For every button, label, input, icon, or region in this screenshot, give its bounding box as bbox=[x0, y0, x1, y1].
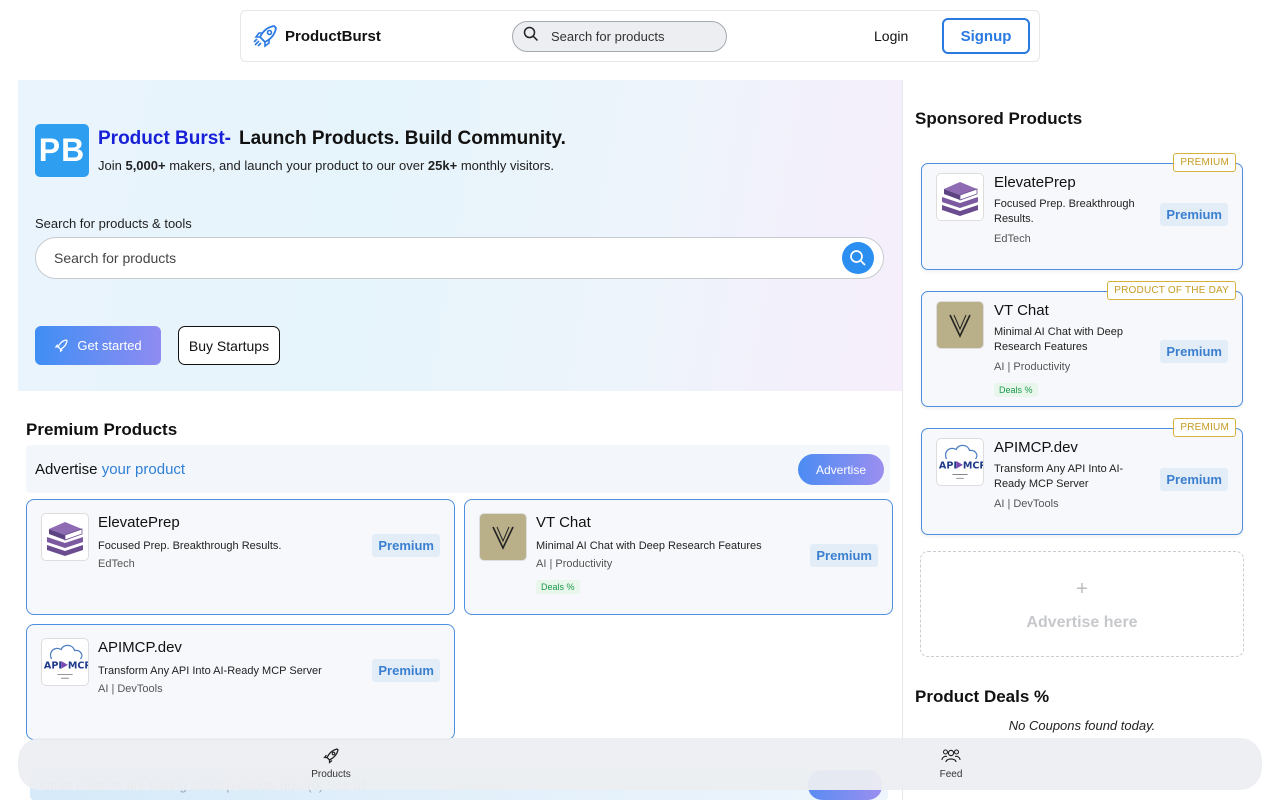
svg-text:MCP: MCP bbox=[68, 661, 88, 672]
sponsored-card-apimcp[interactable]: PREMIUM API MCP APIMCP.dev Transform Any… bbox=[921, 418, 1243, 535]
books-icon bbox=[936, 173, 984, 221]
hero-search-button[interactable] bbox=[842, 242, 874, 274]
product-of-the-day-flag: PRODUCT OF THE DAY bbox=[1107, 281, 1236, 300]
makers-count: 5,000+ bbox=[125, 158, 166, 173]
product-name[interactable]: ElevatePrep bbox=[98, 514, 180, 531]
get-started-label: Get started bbox=[77, 338, 142, 353]
hero-title-rest: Launch Products. Build Community. bbox=[239, 128, 566, 149]
brand[interactable]: ProductBurst bbox=[251, 21, 381, 51]
apimcp-logo-icon: API MCP bbox=[41, 638, 89, 686]
product-description: Focused Prep. Breakthrough Results. bbox=[98, 540, 282, 552]
search-icon bbox=[850, 250, 866, 266]
tab-label: Products bbox=[311, 769, 351, 780]
advertise-bar: Advertise your product Advertise bbox=[26, 445, 890, 493]
product-category: AI | Productivity bbox=[994, 361, 1071, 373]
hero-search-placeholder: Search for products bbox=[54, 250, 177, 266]
hero-subtitle-part: makers, and launch your product to our o… bbox=[165, 158, 428, 173]
svg-text:API: API bbox=[44, 661, 62, 672]
product-description: Minimal AI Chat with Deep Research Featu… bbox=[536, 540, 762, 552]
hero-search-input[interactable]: Search for products bbox=[35, 237, 884, 279]
users-icon bbox=[911, 747, 991, 767]
product-description: Focused Prep. Breakthrough Results. bbox=[994, 198, 1135, 225]
advertise-button[interactable]: Advertise bbox=[798, 454, 884, 485]
premium-badge: Premium bbox=[810, 544, 878, 567]
get-started-button[interactable]: Get started bbox=[35, 326, 161, 365]
plus-icon: + bbox=[1076, 578, 1088, 600]
product-name[interactable]: VT Chat bbox=[536, 514, 591, 531]
product-name[interactable]: ElevatePrep bbox=[994, 174, 1076, 191]
premium-products-title: Premium Products bbox=[26, 420, 178, 439]
login-link[interactable]: Login bbox=[874, 28, 908, 44]
hero-title: Product Burst- Launch Products. Build Com… bbox=[98, 128, 566, 150]
product-category: AI | DevTools bbox=[98, 683, 163, 695]
nav-search-input[interactable]: Search for products bbox=[512, 21, 727, 52]
rocket-icon bbox=[291, 747, 371, 767]
deals-badge: Deals % bbox=[536, 580, 580, 594]
svg-text:API: API bbox=[939, 461, 957, 472]
no-coupons-message: No Coupons found today. bbox=[1008, 718, 1156, 733]
premium-badge: Premium bbox=[1160, 203, 1228, 226]
buy-startups-button[interactable]: Buy Startups bbox=[178, 326, 280, 365]
advertise-accent[interactable]: your product bbox=[102, 461, 185, 478]
product-description: Transform Any API Into AI-Ready MCP Serv… bbox=[98, 665, 322, 677]
hero-subtitle: Join 5,000+ makers, and launch your prod… bbox=[98, 158, 554, 173]
advertise-prefix: Advertise bbox=[35, 461, 98, 478]
premium-flag: PREMIUM bbox=[1173, 153, 1236, 172]
rocket-logo-icon bbox=[251, 21, 281, 51]
books-icon bbox=[41, 513, 89, 561]
premium-badge: Premium bbox=[1160, 340, 1228, 363]
apimcp-logo-icon: API MCP bbox=[936, 438, 984, 486]
product-category: AI | Productivity bbox=[536, 558, 613, 570]
product-description: Minimal AI Chat with Deep Research Featu… bbox=[994, 326, 1123, 353]
sponsored-products-title: Sponsored Products bbox=[915, 109, 1083, 128]
bottom-tab-bar: Products Feed bbox=[18, 738, 1262, 790]
product-description: Transform Any API Into AI-Ready MCP Serv… bbox=[994, 463, 1124, 490]
advertise-here-slot[interactable]: + Advertise here bbox=[920, 551, 1244, 657]
sidebar-divider bbox=[902, 80, 903, 800]
product-card-elevateprep[interactable]: ElevatePrep Focused Prep. Breakthrough R… bbox=[26, 499, 455, 615]
rocket-icon bbox=[54, 339, 69, 353]
visitors-count: 25k+ bbox=[427, 158, 458, 173]
sponsored-card-elevateprep[interactable]: PREMIUM ElevatePrep Focused Prep. Breakt… bbox=[921, 153, 1243, 270]
tab-label: Feed bbox=[939, 769, 963, 780]
svg-text:MCP: MCP bbox=[963, 461, 983, 472]
pb-logo: PB bbox=[35, 124, 89, 177]
premium-badge: Premium bbox=[372, 659, 440, 682]
advertise-text: Advertise your product bbox=[35, 461, 185, 478]
premium-badge: Premium bbox=[1160, 468, 1228, 491]
product-name[interactable]: APIMCP.dev bbox=[994, 439, 1078, 456]
product-name[interactable]: APIMCP.dev bbox=[98, 639, 182, 656]
signup-button[interactable]: Signup bbox=[942, 18, 1030, 54]
product-category: EdTech bbox=[994, 233, 1031, 245]
deals-badge: Deals % bbox=[994, 383, 1038, 397]
hero-subtitle-part: Join bbox=[98, 158, 126, 173]
hero-subtitle-part: monthly visitors. bbox=[457, 158, 555, 173]
product-category: EdTech bbox=[98, 558, 135, 570]
product-name[interactable]: VT Chat bbox=[994, 302, 1049, 319]
product-deals-title: Product Deals % bbox=[915, 687, 1050, 706]
vt-logo-icon bbox=[936, 301, 984, 349]
product-card-vt-chat[interactable]: VT Chat Minimal AI Chat with Deep Resear… bbox=[464, 499, 893, 615]
tab-products[interactable]: Products bbox=[291, 747, 371, 780]
search-icon bbox=[523, 26, 539, 47]
premium-badge: Premium bbox=[372, 534, 440, 557]
brand-name: ProductBurst bbox=[285, 27, 381, 45]
hero-section: PB Product Burst- Launch Products. Build … bbox=[18, 80, 902, 391]
advertise-here-label: Advertise here bbox=[1026, 614, 1138, 631]
tab-feed[interactable]: Feed bbox=[911, 747, 991, 780]
nav-search-placeholder: Search for products bbox=[551, 29, 665, 44]
product-category: AI | DevTools bbox=[994, 498, 1059, 510]
hero-title-accent: Product Burst- bbox=[98, 128, 231, 149]
sponsored-card-vt-chat[interactable]: PRODUCT OF THE DAY VT Chat Minimal AI Ch… bbox=[921, 281, 1243, 407]
search-label: Search for products & tools bbox=[35, 216, 192, 231]
top-navbar: ProductBurst Search for products Login S… bbox=[240, 10, 1040, 62]
premium-flag: PREMIUM bbox=[1173, 418, 1236, 437]
product-card-apimcp[interactable]: API MCP APIMCP.dev Transform Any API Int… bbox=[26, 624, 455, 740]
vt-logo-icon bbox=[479, 513, 527, 561]
